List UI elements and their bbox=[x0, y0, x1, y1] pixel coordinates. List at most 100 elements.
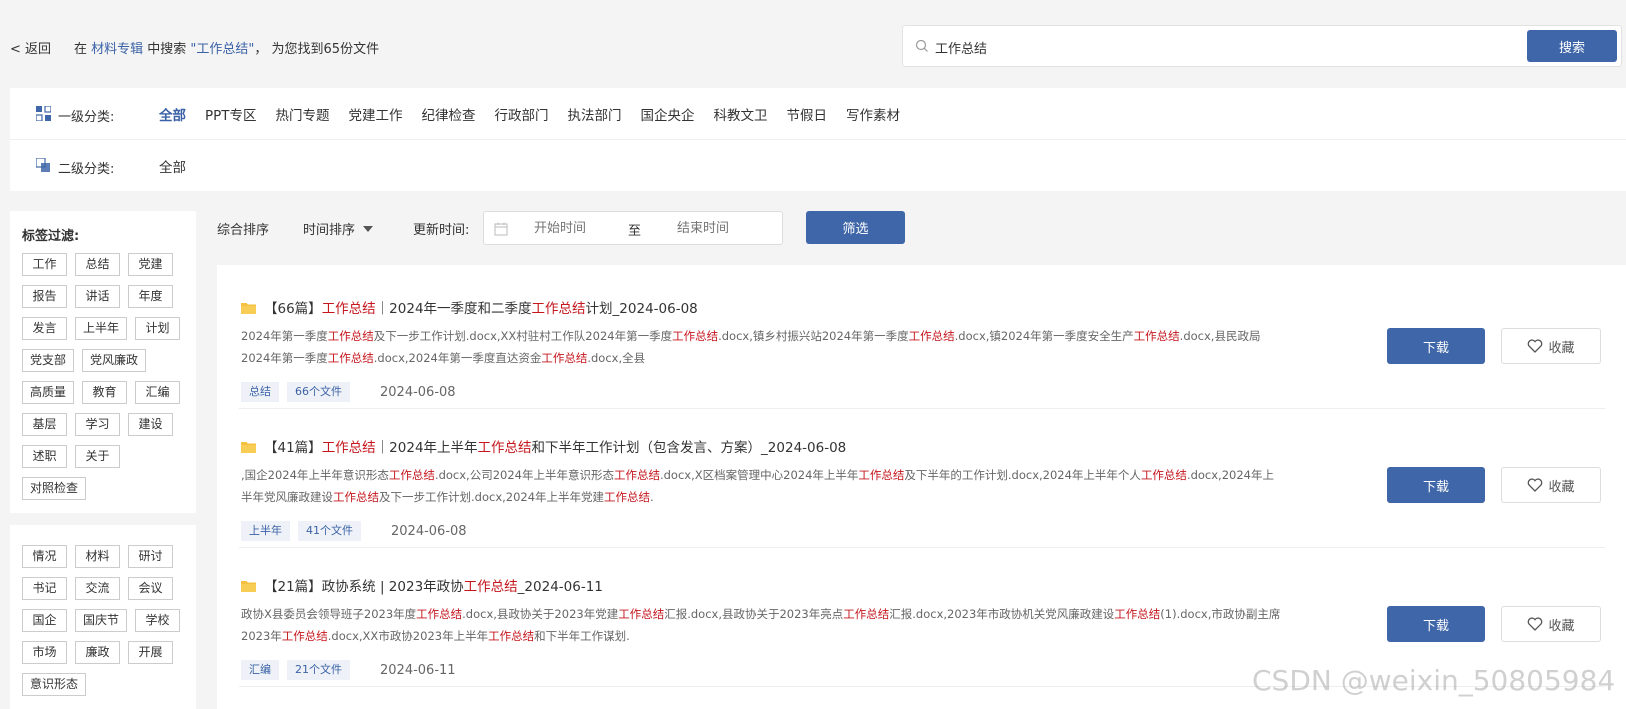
tag-chip[interactable]: 研讨 bbox=[128, 545, 173, 568]
tag-chip[interactable]: 建设 bbox=[128, 413, 173, 436]
search-input[interactable] bbox=[935, 35, 1495, 59]
tag-chip[interactable]: 教育 bbox=[82, 381, 128, 404]
category-level1-item[interactable]: 行政部门 bbox=[495, 104, 549, 124]
tag-chip[interactable]: 上半年 bbox=[75, 317, 128, 340]
result-description[interactable]: 2024年第一季度工作总结及下一步工作计划.docx,XX村驻村工作队2024年… bbox=[241, 325, 1281, 369]
heart-icon bbox=[1528, 339, 1543, 353]
tag-chip[interactable]: 工作 bbox=[22, 253, 67, 276]
tag-chip[interactable]: 年度 bbox=[128, 285, 173, 308]
category-level1-item[interactable]: 国企央企 bbox=[641, 104, 695, 124]
end-date-input[interactable] bbox=[677, 221, 757, 236]
grid-icon bbox=[36, 106, 51, 121]
description-text: .docx,镇乡村振兴站2024年第一季度 bbox=[718, 329, 909, 343]
folder-icon bbox=[241, 303, 256, 314]
result-title-link[interactable]: 【41篇】工作总结｜2024年上半年工作总结和下半年工作计划（包含发言、方案）_… bbox=[264, 436, 846, 456]
download-button[interactable]: 下载 bbox=[1387, 328, 1485, 364]
result-meta: 总结 66个文件 2024-06-08 bbox=[241, 382, 456, 402]
title-text: 和下半年工作计划（包含发言、方案）_2024-06-08 bbox=[531, 440, 847, 456]
tag-chip[interactable]: 党风廉政 bbox=[82, 349, 147, 372]
category-level1-item[interactable]: 纪律检查 bbox=[422, 104, 476, 124]
tag-chip[interactable]: 述职 bbox=[22, 445, 67, 468]
tag-chip[interactable]: 开展 bbox=[128, 641, 173, 664]
result-description[interactable]: ,国企2024年上半年意识形态工作总结.docx,公司2024年上半年意识形态工… bbox=[241, 464, 1281, 508]
download-button[interactable]: 下载 bbox=[1387, 467, 1485, 503]
tag-chip[interactable]: 发言 bbox=[22, 317, 67, 340]
tag-chip[interactable]: 意识形态 bbox=[22, 673, 87, 696]
keyword-highlight: 工作总结 bbox=[1133, 329, 1180, 343]
tag-chip[interactable]: 书记 bbox=[22, 577, 67, 600]
result-tag-badge[interactable]: 上半年 bbox=[241, 521, 290, 541]
category-level1-item[interactable]: 科教文卫 bbox=[714, 104, 768, 124]
description-text: 及下半年的工作计划.docx,2024年上半年个人 bbox=[904, 468, 1141, 482]
tag-chip[interactable]: 廉政 bbox=[75, 641, 120, 664]
watermark: CSDN @weixin_50805984 bbox=[1252, 664, 1616, 697]
tag-chip[interactable]: 基层 bbox=[22, 413, 67, 436]
tag-chip[interactable]: 学校 bbox=[135, 609, 181, 632]
description-text: .docx,县政协关于2023年党建 bbox=[462, 607, 619, 621]
tag-chip[interactable]: 国庆节 bbox=[75, 609, 128, 632]
title-text: ｜2024年一季度和二季度 bbox=[375, 301, 532, 317]
favorite-button[interactable]: 收藏 bbox=[1501, 606, 1601, 642]
result-title-link[interactable]: 【66篇】工作总结｜2024年一季度和二季度工作总结计划_2024-06-08 bbox=[264, 297, 698, 317]
tag-chip[interactable]: 报告 bbox=[22, 285, 67, 308]
layers-icon bbox=[36, 158, 50, 172]
tag-chip[interactable]: 讲话 bbox=[75, 285, 120, 308]
favorite-button[interactable]: 收藏 bbox=[1501, 467, 1601, 503]
tag-chip[interactable]: 总结 bbox=[75, 253, 120, 276]
title-text: 【66篇】 bbox=[264, 301, 322, 317]
tag-chip[interactable]: 汇编 bbox=[135, 381, 181, 404]
tag-filter-panel-more: 情况 材料 研讨书记 交流 会议国企 国庆节 学校市场 廉政 开展意识形态 bbox=[10, 525, 196, 709]
category-level1-item[interactable]: PPT专区 bbox=[205, 104, 257, 124]
category-level1-item[interactable]: 党建工作 bbox=[349, 104, 403, 124]
result-meta: 汇编 21个文件 2024-06-11 bbox=[241, 660, 456, 680]
category-level1-item[interactable]: 写作素材 bbox=[846, 104, 900, 124]
summary-scope-link[interactable]: 材料专辑 bbox=[91, 42, 143, 57]
tag-chip[interactable]: 情况 bbox=[22, 545, 67, 568]
title-text: ｜2024年上半年 bbox=[375, 440, 478, 456]
sort-default-button[interactable]: 综合排序 bbox=[217, 219, 269, 238]
description-text: 和下半年工作谋划. bbox=[534, 629, 630, 643]
result-tag-badge[interactable]: 汇编 bbox=[241, 660, 279, 680]
tag-chip[interactable]: 党建 bbox=[128, 253, 173, 276]
result-item: 【66篇】工作总结｜2024年一季度和二季度工作总结计划_2024-06-08 2… bbox=[239, 265, 1605, 409]
category-level2-item[interactable]: 全部 bbox=[159, 156, 186, 176]
top-bar: < 返回 在 材料专辑 中搜索 "工作总结"， 为您找到65份文件 搜索 bbox=[0, 0, 1626, 88]
category-level1-item[interactable]: 全部 bbox=[159, 104, 186, 124]
category-level1-item[interactable]: 执法部门 bbox=[568, 104, 622, 124]
tag-filter-panel: 标签过滤: 工作 总结 党建 报告 讲话 年度 发言 上半年 计划 党支部 党风廉政 高质量 教育 汇编基… bbox=[10, 211, 196, 513]
summary-suffix: ， 为您找到65份文件 bbox=[254, 42, 380, 57]
tag-chip[interactable]: 关于 bbox=[75, 445, 120, 468]
tag-chip[interactable]: 高质量 bbox=[22, 381, 75, 404]
tag-chip[interactable]: 材料 bbox=[75, 545, 120, 568]
keyword-highlight: 工作总结 bbox=[416, 607, 463, 621]
tag-chip[interactable]: 对照检查 bbox=[22, 477, 87, 500]
result-title-link[interactable]: 【21篇】政协系统 | 2023年政协工作总结_2024-06-11 bbox=[264, 575, 603, 595]
sort-time-label: 时间排序 bbox=[303, 223, 356, 238]
heart-icon bbox=[1528, 617, 1543, 631]
tag-chip[interactable]: 计划 bbox=[135, 317, 181, 340]
category-level2-label: 二级分类: bbox=[58, 162, 115, 177]
tag-chip[interactable]: 学习 bbox=[75, 413, 120, 436]
search-button[interactable]: 搜索 bbox=[1527, 30, 1617, 62]
filter-button[interactable]: 筛选 bbox=[806, 211, 905, 244]
sort-time-button[interactable]: 时间排序 bbox=[303, 219, 374, 238]
category-level1-item[interactable]: 节假日 bbox=[787, 104, 828, 124]
favorite-button[interactable]: 收藏 bbox=[1501, 328, 1601, 364]
tag-chip[interactable]: 会议 bbox=[128, 577, 173, 600]
tag-chip[interactable]: 市场 bbox=[22, 641, 67, 664]
category-level1-list: 全部 PPT专区 热门专题 党建工作 纪律检查 行政部门 执法部门 国企央企 科教文卫 节假日 写作… bbox=[159, 104, 919, 124]
tag-chip[interactable]: 党支部 bbox=[22, 349, 75, 372]
description-text: 汇报.docx,2023年市政协机关党风廉政建设 bbox=[889, 607, 1115, 621]
tag-chip[interactable]: 交流 bbox=[75, 577, 120, 600]
category-level1-item[interactable]: 热门专题 bbox=[276, 104, 330, 124]
tag-list-more: 情况 材料 研讨书记 交流 会议国企 国庆节 学校市场 廉政 开展意识形态 bbox=[22, 545, 192, 696]
start-date-input[interactable] bbox=[534, 221, 614, 236]
summary-query: "工作总结" bbox=[190, 42, 255, 57]
result-tag-badge[interactable]: 总结 bbox=[241, 382, 279, 402]
download-button[interactable]: 下载 bbox=[1387, 606, 1485, 642]
tag-chip[interactable]: 国企 bbox=[22, 609, 67, 632]
keyword-highlight: 工作总结 bbox=[541, 351, 588, 365]
back-link[interactable]: < 返回 bbox=[10, 38, 51, 57]
favorite-label: 收藏 bbox=[1548, 618, 1575, 634]
result-description[interactable]: 政协X县委员会领导班子2023年度工作总结.docx,县政协关于2023年党建工… bbox=[241, 603, 1281, 647]
